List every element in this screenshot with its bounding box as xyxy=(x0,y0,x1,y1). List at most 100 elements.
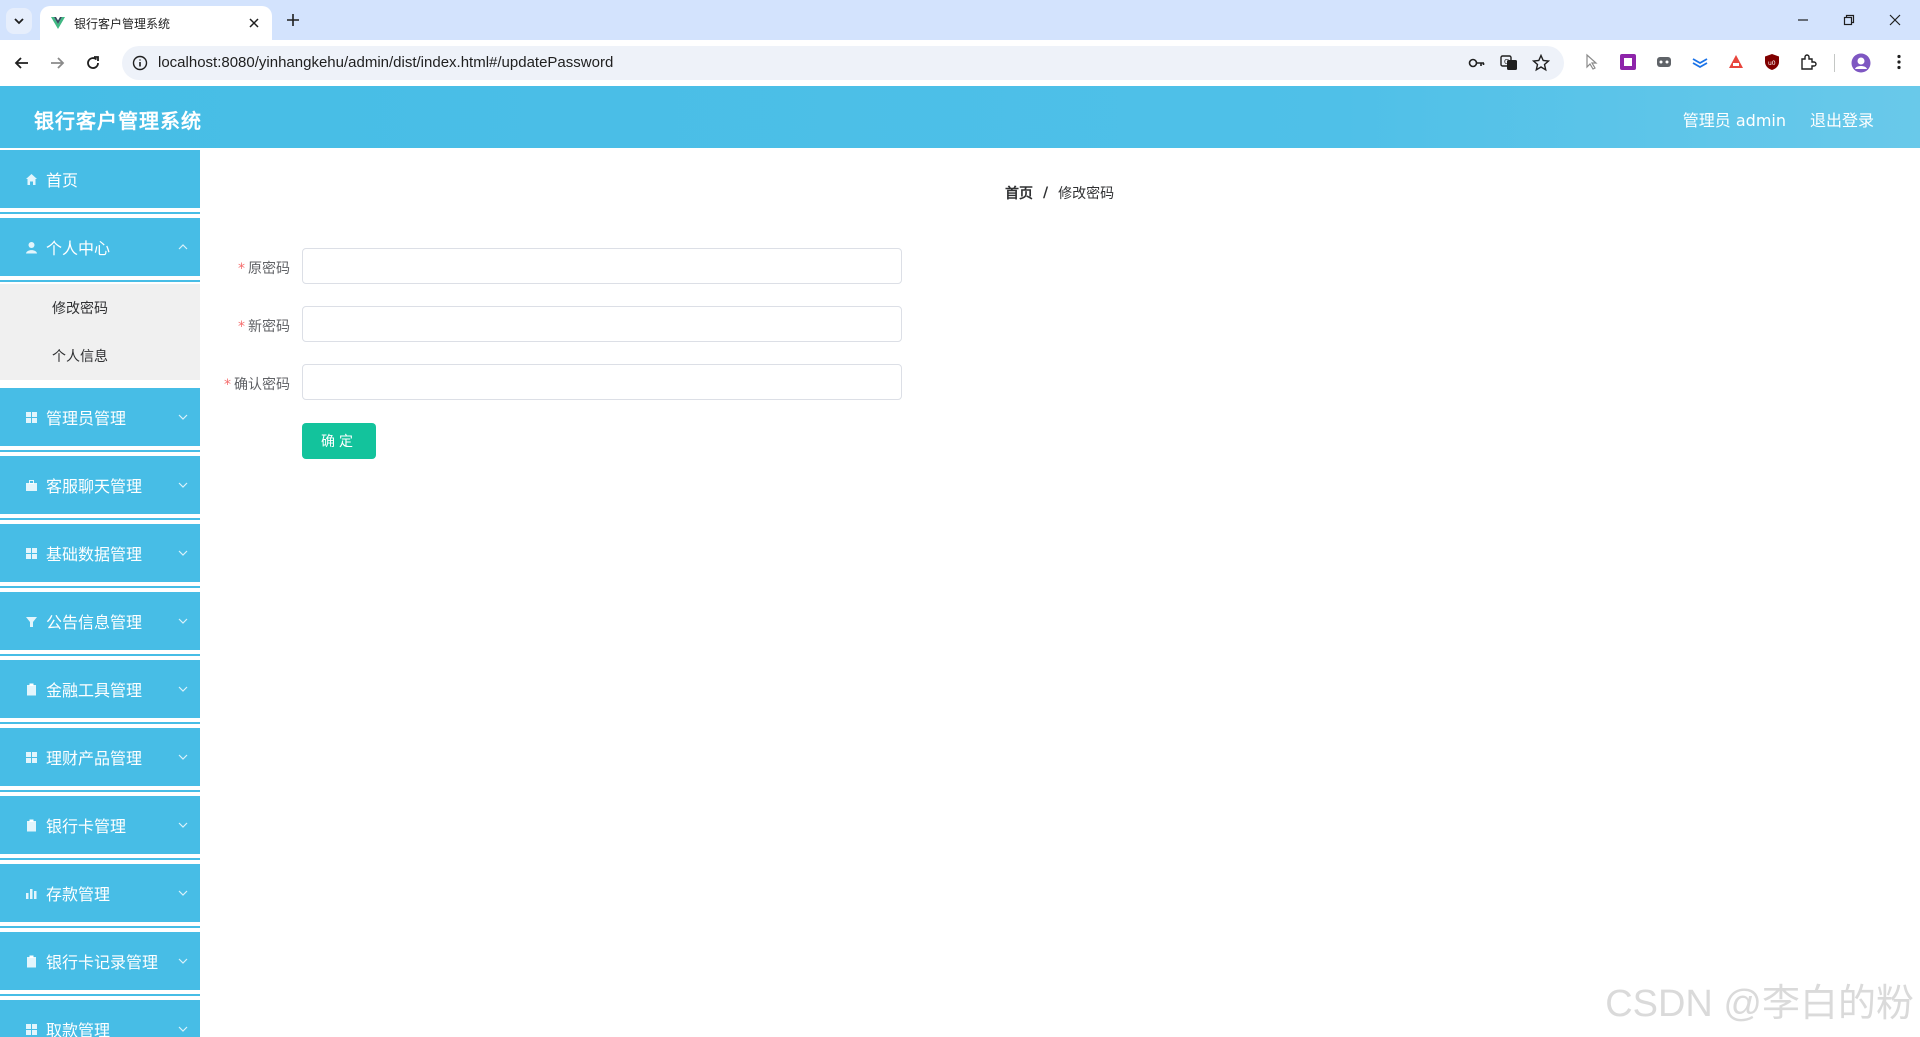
confirm-password-input[interactable] xyxy=(302,364,902,400)
reload-icon xyxy=(87,56,99,69)
extension-layers-icon[interactable] xyxy=(1691,53,1709,71)
briefcase-icon xyxy=(24,478,38,492)
submenu-personal-center: 修改密码 个人信息 xyxy=(0,284,200,380)
chevron-down-icon xyxy=(178,1026,188,1032)
app-header: 银行客户管理系统 管理员 admin 退出登录 xyxy=(0,86,1920,148)
extension-red-icon[interactable] xyxy=(1727,53,1745,71)
form-row-confirm-password: * 确认密码 xyxy=(200,364,920,402)
new-tab-button[interactable] xyxy=(282,9,304,31)
close-tab-icon[interactable] xyxy=(246,15,262,31)
chevron-down-icon xyxy=(178,550,188,556)
minimize-icon xyxy=(1798,19,1808,21)
sidebar-item-label: 基础数据管理 xyxy=(46,545,143,564)
sidebar-item-personal-center[interactable]: 个人中心 xyxy=(0,216,200,282)
back-button[interactable] xyxy=(9,50,35,76)
sidebar-item-deposits[interactable]: 存款管理 xyxy=(0,862,200,928)
breadcrumb-current: 修改密码 xyxy=(1058,186,1115,202)
chevron-down-icon xyxy=(14,18,24,25)
app-title: 银行客户管理系统 xyxy=(34,109,202,133)
sidebar-item-label: 银行卡管理 xyxy=(46,817,127,836)
form-row-old-password: * 原密码 xyxy=(200,248,920,286)
user-icon xyxy=(24,240,38,254)
address-bar[interactable]: localhost:8080/yinhangkehu/admin/dist/in… xyxy=(122,46,1564,80)
tab-title: 银行客户管理系统 xyxy=(74,16,171,31)
cursor-extension-icon[interactable] xyxy=(1583,53,1601,71)
restore-button[interactable] xyxy=(1826,0,1872,40)
arrow-right-icon xyxy=(51,57,65,69)
sidebar-item-home[interactable]: 首页 xyxy=(0,148,200,214)
sidebar-item-basic-data[interactable]: 基础数据管理 xyxy=(0,522,200,588)
watermark: CSDN @李白的粉 xyxy=(1605,983,1914,1025)
sidebar-item-label: 存款管理 xyxy=(46,885,111,904)
sidebar-subitem-personal-info[interactable]: 个人信息 xyxy=(0,332,200,380)
submit-button[interactable]: 确定 xyxy=(302,423,376,459)
sidebar-item-wealth-products[interactable]: 理财产品管理 xyxy=(0,726,200,792)
chevron-down-icon xyxy=(178,822,188,828)
home-icon xyxy=(24,172,38,186)
browser-tabstrip: 银行客户管理系统 xyxy=(0,0,1920,40)
minimize-button[interactable] xyxy=(1780,0,1826,40)
sidebar-item-label: 金融工具管理 xyxy=(46,681,143,700)
grid-icon xyxy=(24,1022,38,1036)
svg-text:u0: u0 xyxy=(1768,60,1776,67)
confirm-password-label-text: 确认密码 xyxy=(234,377,290,393)
old-password-input[interactable] xyxy=(302,248,902,284)
new-password-label-text: 新密码 xyxy=(248,319,290,335)
password-key-icon[interactable] xyxy=(1468,54,1486,72)
required-mark: * xyxy=(238,261,245,277)
sidebar-item-withdrawals[interactable]: 取款管理 xyxy=(0,998,200,1037)
sidebar-subitem-change-password[interactable]: 修改密码 xyxy=(0,284,200,332)
chevron-up-icon xyxy=(178,244,188,250)
clipboard-icon xyxy=(24,682,38,696)
more-menu-icon[interactable] xyxy=(1890,53,1908,71)
sidebar-item-announcement[interactable]: 公告信息管理 xyxy=(0,590,200,656)
extensions-puzzle-icon[interactable] xyxy=(1799,53,1817,71)
grid-icon xyxy=(24,750,38,764)
grid-icon xyxy=(24,546,38,560)
required-mark: * xyxy=(238,319,245,335)
old-password-label-text: 原密码 xyxy=(248,261,290,277)
chevron-down-icon xyxy=(178,686,188,692)
sidebar-item-card-records[interactable]: 银行卡记录管理 xyxy=(0,930,200,996)
url-text[interactable]: localhost:8080/yinhangkehu/admin/dist/in… xyxy=(158,54,613,71)
extension-purple-icon[interactable] xyxy=(1619,53,1637,71)
extension-game-icon[interactable] xyxy=(1655,53,1673,71)
breadcrumb-home[interactable]: 首页 xyxy=(1005,183,1033,203)
sidebar-item-label: 客服聊天管理 xyxy=(46,477,143,496)
ublock-shield-icon[interactable]: u0 xyxy=(1763,53,1781,71)
translate-icon[interactable]: G xyxy=(1500,54,1518,72)
breadcrumb-separator: / xyxy=(1043,185,1049,201)
clipboard-icon xyxy=(24,818,38,832)
logout-link[interactable]: 退出登录 xyxy=(1810,107,1874,131)
tab-search-button[interactable] xyxy=(6,8,32,34)
forward-button[interactable] xyxy=(44,50,70,76)
breadcrumb: 首页 / 修改密码 xyxy=(1005,183,1114,203)
sidebar-item-label: 管理员管理 xyxy=(46,409,127,428)
sidebar-menu: 首页 个人中心 修改密码 个人信息 管理员管理 客服聊天管理 基础数据管理 公告… xyxy=(0,148,200,1037)
browser-tab[interactable]: 银行客户管理系统 xyxy=(40,6,272,40)
toolbar-divider xyxy=(1834,54,1835,72)
sidebar-item-admin-management[interactable]: 管理员管理 xyxy=(0,386,200,452)
form-row-new-password: * 新密码 xyxy=(200,306,920,344)
site-info-icon[interactable] xyxy=(132,55,148,71)
grid-icon xyxy=(24,410,38,424)
sidebar-item-label: 银行卡记录管理 xyxy=(46,953,159,972)
restore-icon xyxy=(1843,14,1855,26)
bar-chart-icon xyxy=(24,886,38,900)
chevron-down-icon xyxy=(178,890,188,896)
bookmark-star-icon[interactable] xyxy=(1532,54,1550,72)
sidebar-item-bank-cards[interactable]: 银行卡管理 xyxy=(0,794,200,860)
chevron-down-icon xyxy=(178,754,188,760)
reload-button[interactable] xyxy=(80,50,106,76)
sidebar-item-label: 个人中心 xyxy=(46,239,111,258)
close-window-button[interactable] xyxy=(1872,0,1918,40)
chevron-down-icon xyxy=(178,414,188,420)
current-user-label: 管理员 admin xyxy=(1682,111,1786,130)
svg-text:G: G xyxy=(1504,58,1509,66)
new-password-label: * 新密码 xyxy=(238,316,290,336)
sidebar-item-chat-management[interactable]: 客服聊天管理 xyxy=(0,454,200,520)
profile-avatar-icon[interactable] xyxy=(1851,53,1871,73)
new-password-input[interactable] xyxy=(302,306,902,342)
sidebar-item-financial-tools[interactable]: 金融工具管理 xyxy=(0,658,200,724)
confirm-password-label: * 确认密码 xyxy=(224,374,290,394)
